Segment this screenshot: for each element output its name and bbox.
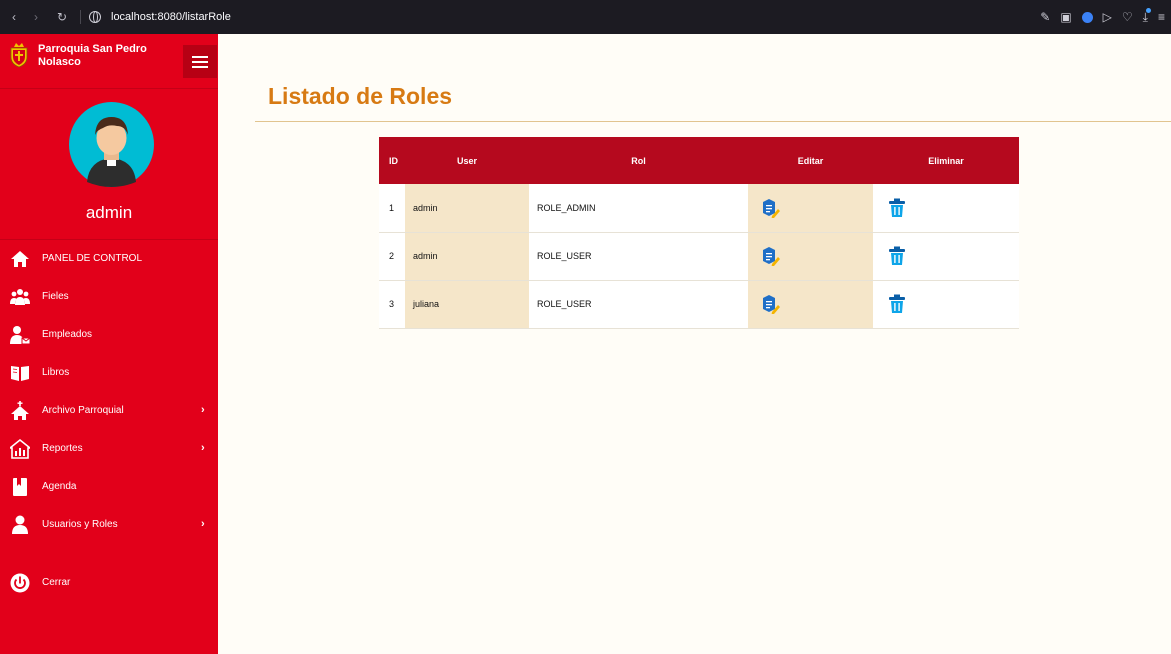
avatar <box>69 102 154 187</box>
divider <box>255 121 1171 122</box>
sidebar-item-archivo-parroquial[interactable]: Archivo Parroquial › <box>0 392 218 430</box>
sidebar-item-panel-de-control[interactable]: PANEL DE CONTROL <box>0 240 218 278</box>
hamburger-line <box>192 65 208 68</box>
sidebar-item-label: Libros <box>42 367 70 378</box>
column-header-id: ID <box>379 137 405 184</box>
menu-toggle-button[interactable] <box>183 45 217 78</box>
edit-page-icon[interactable]: ✎ <box>1040 10 1050 24</box>
screenshot-icon[interactable]: ▣ <box>1060 10 1071 24</box>
back-icon[interactable]: ‹ <box>6 10 22 24</box>
sidebar-item-label: Fieles <box>42 291 69 302</box>
table-row: 1 admin ROLE_ADMIN <box>379 184 1019 233</box>
sidebar-item-usuarios-y-roles[interactable]: Usuarios y Roles › <box>0 506 218 544</box>
home-icon <box>11 251 29 267</box>
cell-user: admin <box>405 184 529 233</box>
chevron-right-icon: › <box>201 518 205 530</box>
cell-user: juliana <box>405 280 529 329</box>
heart-icon[interactable]: ♡ <box>1122 10 1133 24</box>
cell-eliminar <box>873 184 1019 233</box>
menu-icon[interactable]: ≡ <box>1158 10 1165 24</box>
address-bar[interactable]: localhost:8080/listarRole <box>111 11 231 23</box>
sidebar-item-libros[interactable]: Libros <box>0 354 218 392</box>
globe-icon[interactable] <box>89 11 101 23</box>
church-icon <box>11 401 29 420</box>
table-row: 3 juliana ROLE_USER <box>379 280 1019 329</box>
reload-icon[interactable]: ↻ <box>54 10 70 24</box>
edit-icon[interactable] <box>760 294 780 314</box>
edit-icon[interactable] <box>760 246 780 266</box>
sidebar-item-label: Reportes <box>42 443 83 454</box>
send-icon[interactable]: ▷ <box>1103 10 1112 24</box>
parish-crest-icon <box>10 43 28 68</box>
sidebar-item-reportes[interactable]: Reportes › <box>0 430 218 468</box>
cell-editar <box>748 184 873 233</box>
table-row: 2 admin ROLE_USER <box>379 232 1019 281</box>
shield-icon[interactable] <box>1081 11 1093 23</box>
trash-icon[interactable] <box>887 246 907 266</box>
brand-name[interactable]: Parroquia San Pedro Nolasco <box>38 43 158 69</box>
book-icon <box>11 366 29 381</box>
sidebar-item-label: Agenda <box>42 481 77 492</box>
header-row: ID User Rol Editar Eliminar <box>379 137 1019 184</box>
cell-id: 1 <box>379 184 405 233</box>
main-content: Listado de Roles ID User Rol Editar Elim… <box>218 34 1171 654</box>
table: ID User Rol Editar Eliminar 1 admin ROLE… <box>379 137 1019 329</box>
sidebar-item-cerrar[interactable]: Cerrar <box>0 564 218 602</box>
sidebar-item-empleados[interactable]: Empleados <box>0 316 218 354</box>
column-header-eliminar: Eliminar <box>873 137 1019 184</box>
employee-icon <box>10 326 30 345</box>
chevron-right-icon: › <box>201 442 205 454</box>
roles-table: ID User Rol Editar Eliminar 1 admin ROLE… <box>379 137 1019 329</box>
cell-rol: ROLE_USER <box>529 232 748 281</box>
sidebar-item-label: Cerrar <box>42 577 71 588</box>
brand: Parroquia San Pedro Nolasco <box>0 34 218 88</box>
cell-editar <box>748 232 873 281</box>
cell-eliminar <box>873 232 1019 281</box>
download-icon[interactable]: ⤓ <box>1143 7 1152 25</box>
browser-toolbar: ‹ › ↻ localhost:8080/listarRole ✎ ▣ ▷ ♡ … <box>0 0 1171 34</box>
browser-actions: ✎ ▣ ▷ ♡ ⤓ ≡ <box>1040 0 1165 34</box>
agenda-icon <box>13 478 27 496</box>
sidebar-item-label: Archivo Parroquial <box>42 405 124 416</box>
hamburger-line <box>192 60 208 63</box>
sidebar-item-label: Empleados <box>42 329 93 340</box>
sidebar-item-label: PANEL DE CONTROL <box>42 253 143 264</box>
cell-editar <box>748 280 873 329</box>
toolbar-divider <box>80 10 81 24</box>
column-header-user: User <box>405 137 529 184</box>
trash-icon[interactable] <box>887 294 907 314</box>
edit-icon[interactable] <box>760 198 780 218</box>
cell-rol: ROLE_ADMIN <box>529 184 748 233</box>
cell-rol: ROLE_USER <box>529 280 748 329</box>
sidebar: Parroquia San Pedro Nolasco admin PANEL … <box>0 34 218 654</box>
user-icon <box>12 515 28 534</box>
username: admin <box>85 203 133 222</box>
divider <box>0 88 218 89</box>
people-group-icon <box>10 289 30 305</box>
power-icon <box>10 573 30 593</box>
cell-id: 2 <box>379 232 405 281</box>
sidebar-item-label: Usuarios y Roles <box>42 519 118 530</box>
forward-icon[interactable]: › <box>28 10 44 24</box>
sidebar-item-fieles[interactable]: Fieles <box>0 278 218 316</box>
table-body: 1 admin ROLE_ADMIN 2 admin ROLE_USER 3 j… <box>379 184 1019 329</box>
sidebar-item-agenda[interactable]: Agenda <box>0 468 218 506</box>
column-header-editar: Editar <box>748 137 873 184</box>
chevron-right-icon: › <box>201 404 205 416</box>
trash-icon[interactable] <box>887 198 907 218</box>
column-header-rol: Rol <box>529 137 748 184</box>
sidebar-menu: PANEL DE CONTROL Fieles Empleados Libros… <box>0 240 218 602</box>
hamburger-line <box>192 55 208 58</box>
page-title: Listado de Roles <box>268 83 453 109</box>
cell-user: admin <box>405 232 529 281</box>
cell-eliminar <box>873 280 1019 329</box>
table-header: ID User Rol Editar Eliminar <box>379 137 1019 184</box>
cell-id: 3 <box>379 280 405 329</box>
reports-icon <box>10 439 30 459</box>
